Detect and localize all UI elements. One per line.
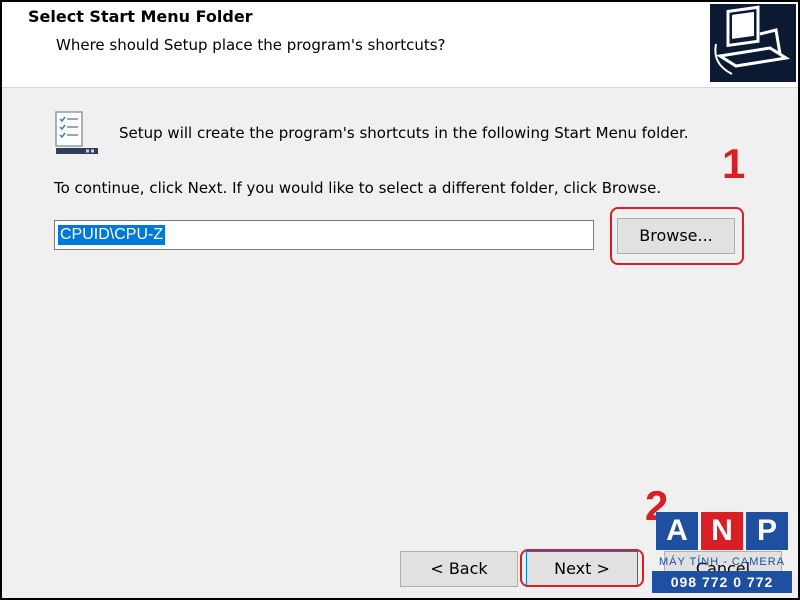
wizard-header: Select Start Menu Folder Where should Se…	[2, 2, 798, 88]
back-button[interactable]: < Back	[400, 551, 518, 587]
next-highlight	[520, 549, 644, 587]
page-subtitle: Where should Setup place the program's s…	[56, 36, 446, 54]
computer-setup-icon	[710, 4, 796, 82]
watermark-phone: 098 772 0 772	[652, 571, 792, 593]
watermark-tagline: MÁY TÍNH - CAMERA	[659, 556, 785, 568]
intro-text: Setup will create the program's shortcut…	[119, 124, 689, 142]
start-menu-folder-input[interactable]: CPUID\CPU-Z	[54, 220, 594, 250]
checklist-icon	[54, 110, 100, 156]
page-title: Select Start Menu Folder	[28, 7, 253, 26]
browse-highlight	[610, 207, 744, 265]
watermark-letter-n: N	[701, 512, 743, 550]
step-1-label: 1	[722, 140, 746, 187]
instruction-text: To continue, click Next. If you would li…	[54, 179, 662, 197]
watermark-letter-p: P	[746, 512, 788, 550]
anp-watermark-logo: A N P MÁY TÍNH - CAMERA 098 772 0 772	[652, 512, 792, 596]
installer-window	[0, 0, 800, 600]
folder-value: CPUID\CPU-Z	[58, 225, 166, 245]
watermark-letter-a: A	[656, 512, 698, 550]
